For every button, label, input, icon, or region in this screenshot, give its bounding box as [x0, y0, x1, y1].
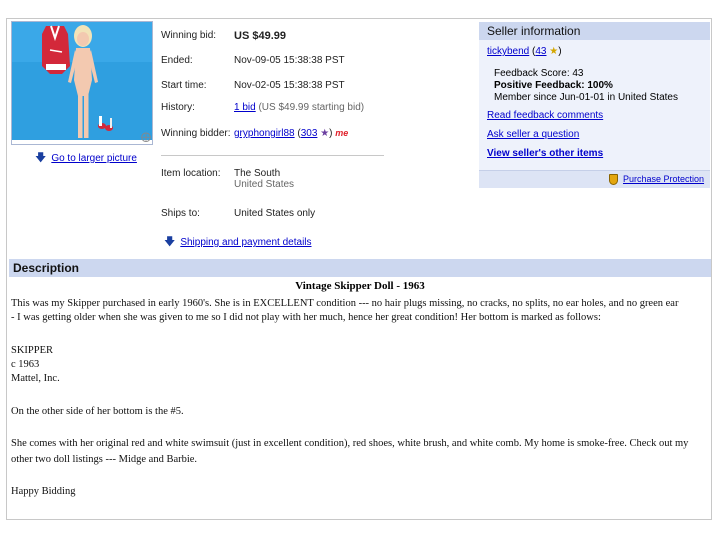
winning-bid-row: Winning bid: US $49.99 [161, 30, 286, 42]
desc-other-side: On the other side of her bottom is the #… [11, 406, 184, 417]
read-feedback-link[interactable]: Read feedback comments [487, 110, 603, 121]
shipping-details[interactable]: 🡇 Shipping and payment details [164, 233, 312, 252]
desc-para1-line2: - I was getting older when she was given… [11, 312, 601, 323]
other-items-link[interactable]: View seller's other items [487, 148, 603, 159]
winning-bid-value: US $49.99 [234, 30, 286, 42]
history-note: (US $49.99 starting bid) [258, 102, 365, 113]
seller-name-link[interactable]: tickybend [487, 46, 529, 57]
winning-bidder-link[interactable]: gryphongirl88 [234, 128, 295, 139]
ships-to-label: Ships to: [161, 208, 200, 219]
desc-signoff: Happy Bidding [11, 486, 76, 497]
desc-marking2: c 1963 [11, 359, 40, 370]
start-time-value: Nov-02-05 15:38:38 PST [234, 80, 345, 91]
seller-id-line: tickybend (43 ★) [487, 46, 562, 57]
desc-para2-line2: other two doll listings --- Midge and Ba… [11, 454, 198, 465]
seller-info-header: Seller information [479, 22, 710, 40]
history-label: History: [161, 102, 195, 113]
shield-icon [609, 174, 618, 185]
purchase-protection[interactable]: Purchase Protection [479, 170, 710, 188]
ended-label: Ended: [161, 55, 193, 66]
history-row: History: 1 bid (US $49.99 starting bid) [161, 102, 364, 113]
description-header: Description [9, 259, 711, 277]
description-title: Vintage Skipper Doll - 1963 [295, 280, 425, 292]
seller-positive-feedback: Positive Feedback: 100% [494, 80, 613, 91]
shipping-details-link[interactable]: Shipping and payment details [180, 237, 311, 248]
winning-bidder-row: Winning bidder: gryphongirl88 (303 ★) me [161, 128, 349, 139]
yellow-star-icon: ★ [549, 46, 559, 57]
larger-picture-link[interactable]: Go to larger picture [51, 153, 137, 164]
bidder-score-link[interactable]: 303 [301, 128, 318, 139]
winning-bid-label: Winning bid: [161, 30, 217, 41]
start-time-label: Start time: [161, 80, 207, 91]
larger-picture[interactable]: 🡇 Go to larger picture [35, 149, 137, 168]
desc-para1-line1: This was my Skipper purchased in early 1… [11, 298, 679, 309]
desc-marking3: Mattel, Inc. [11, 373, 60, 384]
purchase-protection-link[interactable]: Purchase Protection [623, 174, 704, 184]
zoom-icon[interactable]: ⨁ [141, 132, 151, 143]
seller-member-since: Member since Jun-01-01 in United States [494, 92, 678, 103]
ships-to-value: United States only [234, 208, 316, 219]
desc-para2-line1: She comes with her original red and whit… [11, 438, 689, 449]
bid-history-link[interactable]: 1 bid [234, 102, 256, 113]
ended-row: Ended: Nov-09-05 15:38:38 PST [161, 55, 345, 66]
seller-feedback-score: Feedback Score: 43 [494, 68, 584, 79]
item-photo[interactable] [11, 21, 153, 145]
item-location-line2: United States [234, 179, 295, 190]
ships-to-row: Ships to: United States only [161, 208, 315, 219]
item-location-row: Item location: The South United States [161, 168, 294, 190]
doll-photo-icon [12, 22, 152, 144]
details-divider [161, 155, 384, 156]
desc-marking1: SKIPPER [11, 345, 54, 356]
arrow-down-icon: 🡇 [35, 152, 47, 164]
seller-info-box: Seller information tickybend (43 ★) Feed… [479, 22, 710, 188]
item-location-label: Item location: [161, 168, 221, 179]
ask-question-link[interactable]: Ask seller a question [487, 129, 579, 140]
ended-value: Nov-09-05 15:38:38 PST [234, 55, 345, 66]
arrow-down-icon: 🡇 [164, 236, 176, 248]
me-badge[interactable]: me [335, 128, 348, 138]
winning-bidder-label: Winning bidder: [161, 128, 231, 139]
item-location-line1: The South [234, 168, 281, 179]
start-time-row: Start time: Nov-02-05 15:38:38 PST [161, 80, 345, 91]
purple-star-icon: ★ [320, 128, 330, 139]
seller-score-link[interactable]: 43 [535, 46, 546, 57]
